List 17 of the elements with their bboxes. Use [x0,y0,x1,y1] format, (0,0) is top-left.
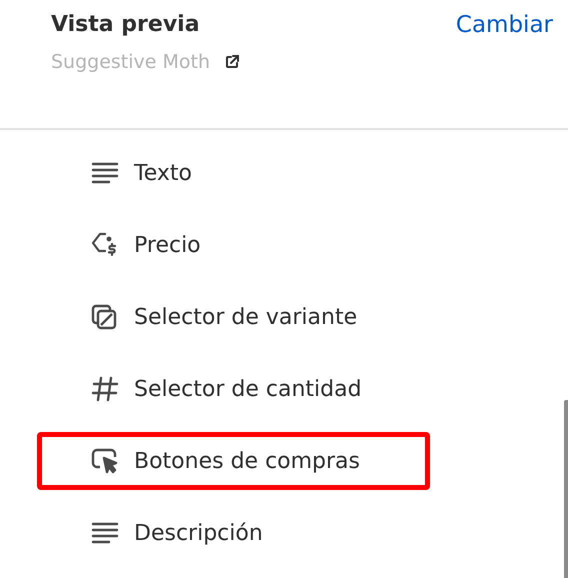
section-title: Vista previa [51,12,201,37]
change-link[interactable]: Cambiar [456,12,553,38]
hash-icon [91,376,119,402]
list-item[interactable]: Texto [37,144,430,202]
list-item[interactable]: Precio [37,216,430,274]
scrollbar[interactable] [564,400,568,578]
cursor-click-icon [91,448,119,474]
text-lines-icon [91,161,119,185]
variant-icon [91,304,119,330]
list-item[interactable]: Botones de compras [37,432,430,490]
list-item[interactable]: Selector de cantidad [37,360,430,418]
list-item[interactable]: Selector de variante [37,288,430,346]
text-lines-icon [91,521,119,545]
price-tag-icon [91,232,119,258]
product-name: Suggestive Moth [51,51,210,73]
external-link-icon[interactable] [224,54,240,70]
list-item[interactable]: Descripción [37,504,430,562]
